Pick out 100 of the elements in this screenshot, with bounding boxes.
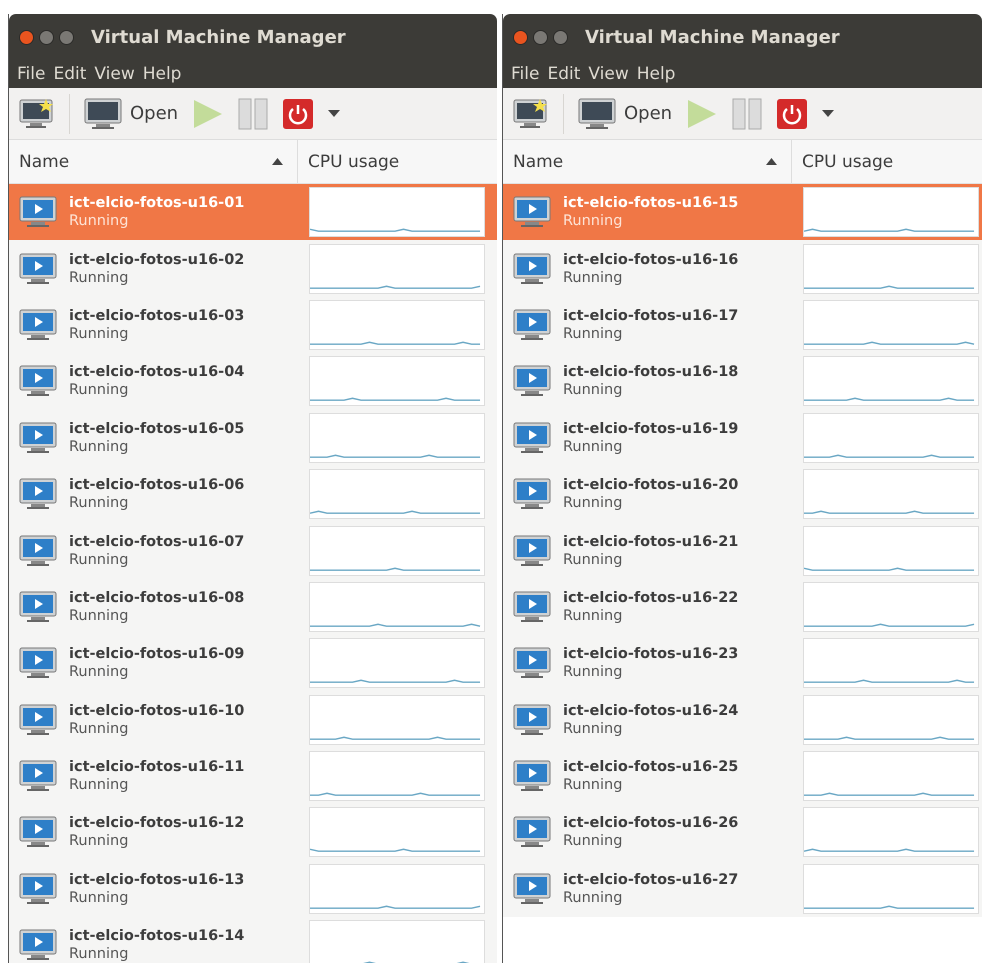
vm-row[interactable]: ict-elcio-fotos-u16-17 Running [503,296,982,354]
vm-monitor-icon [19,929,57,962]
vm-name: ict-elcio-fotos-u16-25 [563,758,738,776]
vm-status: Running [563,606,624,625]
vm-name: ict-elcio-fotos-u16-16 [563,250,738,269]
vm-row[interactable]: ict-elcio-fotos-u16-02 Running [9,240,497,297]
vm-status: Running [69,212,130,230]
open-button[interactable]: Open [578,98,672,130]
vm-row[interactable]: ict-elcio-fotos-u16-03 Running [9,296,497,354]
window-title: Virtual Machine Manager [585,26,840,48]
vm-monitor-icon [513,365,551,398]
vm-status: Running [563,720,624,738]
vm-status: Running [69,268,130,287]
vm-name: ict-elcio-fotos-u16-02 [69,250,244,269]
vm-row[interactable]: ict-elcio-fotos-u16-19 Running [503,410,982,466]
column-heading[interactable]: Name [9,140,297,183]
vm-row[interactable]: ict-elcio-fotos-u16-20 Running [503,466,982,522]
vm-status: Running [563,832,624,850]
open-button[interactable]: Open [84,98,178,130]
vm-monitor-icon [513,534,551,567]
column-heading[interactable]: CPU usage [791,140,982,183]
vm-status: Running [563,776,624,794]
vm-name: ict-elcio-fotos-u16-05 [69,420,244,438]
menu-item[interactable]: View [90,64,139,84]
vm-status: Running [563,494,624,512]
vm-row[interactable]: ict-elcio-fotos-u16-05 Running [9,410,497,466]
vm-monitor-icon [513,872,551,905]
vm-row[interactable]: ict-elcio-fotos-u16-13 Running [9,860,497,918]
vm-status: Running [563,663,624,682]
new-vm-button[interactable] [513,98,549,130]
close-button[interactable] [513,30,528,44]
vm-status: Running [69,381,130,400]
vm-row[interactable]: ict-elcio-fotos-u16-08 Running [9,578,497,636]
vm-row[interactable]: ict-elcio-fotos-u16-25 Running [503,748,982,804]
vm-monitor-icon [513,760,551,792]
vm-monitor-icon [513,196,551,228]
vm-status: Running [69,720,130,738]
vm-row[interactable]: ict-elcio-fotos-u16-06 Running [9,466,497,522]
new-vm-button[interactable] [19,98,55,130]
vm-monitor-icon [19,704,57,736]
vm-name: ict-elcio-fotos-u16-14 [69,927,244,946]
maximize-button[interactable] [59,30,74,44]
vm-status: Running [69,324,130,343]
vm-monitor-icon [513,704,551,736]
vm-monitor-icon [19,252,57,285]
vm-name: ict-elcio-fotos-u16-23 [563,645,738,664]
play-icon [192,98,224,130]
maximize-button[interactable] [553,30,568,44]
vm-row[interactable]: ict-elcio-fotos-u16-27 Running [503,860,982,918]
vm-monitor-icon [513,308,551,341]
vm-row[interactable]: ict-elcio-fotos-u16-18 Running [503,353,982,410]
vm-row[interactable]: ict-elcio-fotos-u16-24 Running [503,692,982,748]
close-button[interactable] [19,30,34,44]
vm-row[interactable]: ict-elcio-fotos-u16-07 Running [9,522,497,579]
minimize-button[interactable] [39,30,54,44]
column-heading[interactable]: CPU usage [297,140,497,183]
vm-monitor-icon [19,308,57,341]
vm-row[interactable]: ict-elcio-fotos-u16-22 Running [503,578,982,636]
monitor-icon [84,98,122,130]
vm-name: ict-elcio-fotos-u16-26 [563,814,738,832]
vm-name: ict-elcio-fotos-u16-10 [69,702,244,720]
vm-row[interactable]: ict-elcio-fotos-u16-26 Running [503,804,982,861]
vm-row[interactable]: ict-elcio-fotos-u16-04 Running [9,353,497,410]
power-icon [282,98,314,130]
vm-row[interactable]: ict-elcio-fotos-u16-11 Running [9,748,497,804]
vm-status: Running [69,494,130,512]
menu-item[interactable]: View [584,64,633,84]
vm-row[interactable]: ict-elcio-fotos-u16-14 Running [9,917,497,963]
menu-item[interactable]: File [507,64,544,84]
menu-item[interactable]: Help [632,64,680,84]
vm-status: Running [69,606,130,625]
vm-row[interactable]: ict-elcio-fotos-u16-23 Running [503,635,982,692]
vm-monitor-icon [513,816,551,848]
vm-row[interactable]: ict-elcio-fotos-u16-12 Running [9,804,497,861]
caret-icon [328,110,340,118]
vm-name: ict-elcio-fotos-u16-13 [69,870,244,889]
menu-item[interactable]: Edit [49,64,90,84]
vm-row[interactable]: ict-elcio-fotos-u16-16 Running [503,240,982,297]
vm-name: ict-elcio-fotos-u16-27 [563,870,738,889]
shutdown-button[interactable] [282,98,314,130]
vm-monitor-icon [19,196,57,228]
vm-name: ict-elcio-fotos-u16-17 [563,306,738,325]
column-heading[interactable]: Name [503,140,791,183]
vm-status: Running [563,438,624,456]
minimize-button[interactable] [533,30,548,44]
menu-item[interactable]: Help [138,64,186,84]
shutdown-button[interactable] [776,98,808,130]
vm-row[interactable]: ict-elcio-fotos-u16-10 Running [9,692,497,748]
vm-monitor-icon [19,872,57,905]
vm-row[interactable]: ict-elcio-fotos-u16-09 Running [9,635,497,692]
menu-item[interactable]: Edit [543,64,584,84]
dropdown-button[interactable] [328,110,340,118]
vm-name: ict-elcio-fotos-u16-11 [69,758,244,776]
vm-name: ict-elcio-fotos-u16-18 [563,363,738,382]
menu-item[interactable]: File [13,64,50,84]
vm-status: Running [69,832,130,850]
vm-row[interactable]: ict-elcio-fotos-u16-21 Running [503,522,982,579]
dropdown-button[interactable] [822,110,834,118]
vm-status: Running [563,550,624,569]
vm-monitor-icon [19,816,57,848]
